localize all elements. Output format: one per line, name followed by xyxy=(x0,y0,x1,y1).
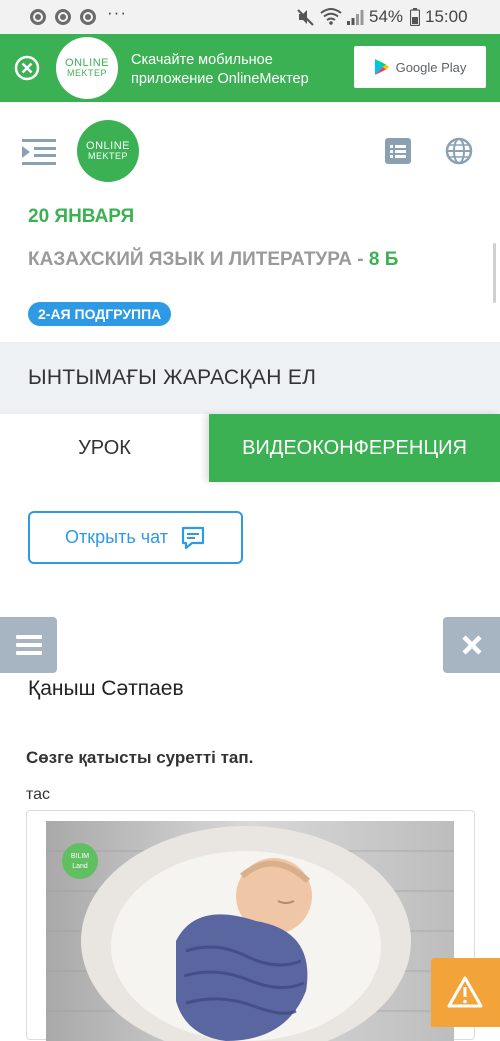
lesson-subject: КАЗАХСКИЙ ЯЗЫК И ЛИТЕРАТУРА - 8 Б xyxy=(28,246,468,273)
status-bar: ··· 54% 15:00 xyxy=(0,0,500,34)
chrome-icon xyxy=(30,9,46,25)
globe-icon[interactable] xyxy=(445,137,473,165)
scroll-indicator xyxy=(493,243,496,303)
warning-icon xyxy=(447,976,483,1008)
battery-icon xyxy=(410,8,420,26)
image-logo-line2: Land xyxy=(72,863,88,870)
menu-toggle-icon[interactable] xyxy=(22,137,56,167)
header-logo[interactable]: ONLINE MEKTEP xyxy=(77,120,139,182)
subgroup-badge: 2-АЯ ПОДГРУППА xyxy=(28,302,172,326)
answer-image[interactable]: BILIM Land xyxy=(46,821,454,1041)
wifi-icon xyxy=(320,8,342,25)
question-word: тас xyxy=(26,786,51,803)
battery-level: 54% xyxy=(369,7,404,26)
author-name: Қаныш Сәтпаев xyxy=(28,677,184,700)
mute-icon xyxy=(297,9,314,26)
class-name: 8 Б xyxy=(368,249,399,270)
more-notifications: ··· xyxy=(107,3,127,22)
question-text: Сөзге қатысты суретті тап. xyxy=(26,748,254,767)
google-play-label: Google Play xyxy=(395,59,467,75)
open-chat-label: Открыть чат xyxy=(65,527,168,547)
lesson-topic: ЫНТЫМАҒЫ ЖАРАСҚАН ЕЛ xyxy=(28,366,317,389)
tab-videoconference[interactable]: ВИДЕОКОНФЕРЕНЦИЯ xyxy=(209,414,500,482)
chrome-icon xyxy=(80,9,96,25)
hamburger-button[interactable] xyxy=(0,617,57,673)
lesson-date: 20 ЯНВАРЯ xyxy=(28,206,135,227)
clock: 15:00 xyxy=(425,7,468,26)
banner-logo: ONLINE MEKTEP xyxy=(56,37,118,99)
close-button[interactable] xyxy=(443,617,500,673)
chrome-icon xyxy=(55,9,71,25)
google-play-button[interactable]: Google Play xyxy=(354,46,486,88)
subject-name: КАЗАХСКИЙ ЯЗЫК И ЛИТЕРАТУРА - xyxy=(28,249,364,270)
signal-icon xyxy=(347,10,364,25)
open-chat-button[interactable]: Открыть чат xyxy=(28,511,243,564)
image-logo-line1: BILIM xyxy=(71,853,89,860)
baby-photo: BILIM Land xyxy=(46,821,454,1041)
tab-lesson[interactable]: УРОК xyxy=(0,414,209,482)
close-circle-icon[interactable] xyxy=(14,55,40,81)
close-icon xyxy=(461,635,482,655)
list-icon[interactable] xyxy=(385,138,411,164)
report-button[interactable] xyxy=(431,958,500,1027)
google-play-icon xyxy=(374,59,389,75)
banner-text: Скачайте мобильное приложение OnlineMект… xyxy=(131,52,309,87)
chat-icon xyxy=(181,526,205,549)
